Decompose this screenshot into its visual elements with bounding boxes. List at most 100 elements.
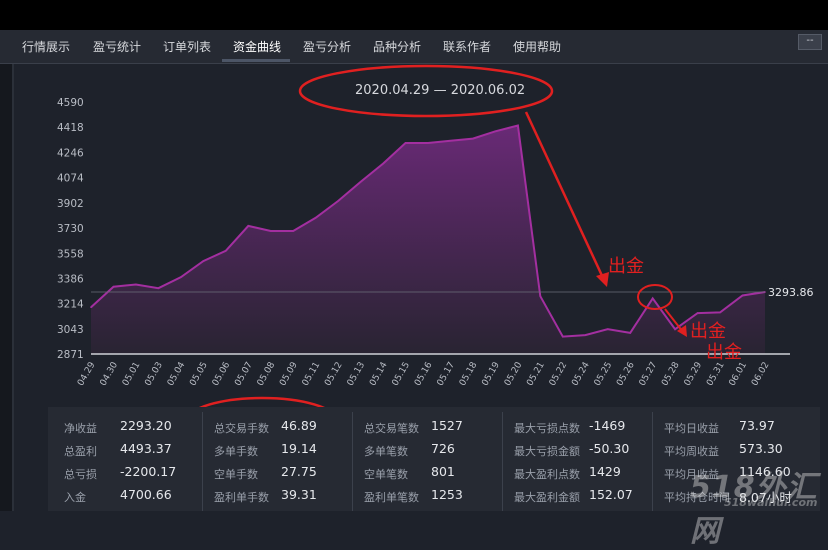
x-tick-label: 05.31 [705,361,727,388]
tab-contact-author[interactable]: 联系作者 [443,38,491,55]
x-tick-label: 05.29 [683,360,705,388]
stats-divider [502,412,503,511]
data-point [292,230,295,232]
tab-orders[interactable]: 订单列表 [163,38,211,55]
stat-value: 2293.20 [120,418,172,433]
x-tick-label: 05.06 [211,360,233,388]
stat-label: 多单笔数 [364,445,408,458]
x-tick-label: 06.01 [728,361,750,388]
stat-label: 最大盈利金额 [514,491,580,504]
x-tick-label: 04.29 [76,360,98,388]
x-tick-label: 05.05 [188,361,210,388]
stat-label: 总盈利 [64,445,97,458]
data-point [606,328,609,331]
data-point [202,260,205,262]
minimize-button[interactable]: -- [798,34,822,50]
x-tick-label: 05.27 [638,361,660,388]
stat-label: 总交易笔数 [364,422,419,435]
active-tab-indicator [222,59,290,62]
stat-value: 4700.66 [120,487,172,502]
x-tick-label: 04.30 [99,360,121,388]
stat-label: 平均周收益 [664,445,719,458]
y-tick-label: 3558 [57,248,84,260]
stat-label: 总交易手数 [214,422,269,435]
data-point [427,142,429,144]
tab-equity-curve[interactable]: 资金曲线 [233,38,281,55]
x-tick-label: 05.20 [503,360,525,388]
x-tick-label: 05.18 [458,360,480,388]
y-tick-label: 3043 [57,324,84,336]
stat-value: 1429 [589,464,621,479]
withdraw-label-1: 出金 [608,256,644,277]
stat-value: 573.30 [739,441,783,456]
y-tick-label: 3730 [57,223,84,235]
stat-value: 46.89 [281,418,317,433]
data-point [741,294,744,297]
stat-label: 空单笔数 [364,468,408,481]
stat-value: 39.31 [281,487,317,502]
x-tick-label: 05.13 [346,361,368,388]
stat-value: -1469 [589,418,626,433]
stat-label: 平均日收益 [664,422,719,435]
stat-label: 总亏损 [64,468,97,481]
x-tick-label: 05.17 [436,361,458,388]
data-point [449,140,452,142]
x-tick-label: 05.25 [593,361,615,388]
data-point [472,137,474,140]
data-point [404,142,407,144]
tab-symbol-analysis[interactable]: 品种分析 [373,38,421,55]
stat-value: 726 [431,441,455,456]
tab-pnl-analysis[interactable]: 盈亏分析 [303,38,351,55]
tab-pnl-stats[interactable]: 盈亏统计 [93,38,141,55]
x-tick-label: 05.28 [660,360,682,388]
stat-label: 最大盈利点数 [514,468,580,481]
y-tick-label: 2871 [57,349,84,361]
data-point [225,250,227,252]
y-tick-label: 3386 [57,274,84,286]
data-point [494,130,497,133]
stat-value: 19.14 [281,441,317,456]
equity-area [91,125,765,354]
data-point [382,162,384,165]
x-tick-label: 05.21 [525,361,547,388]
data-point [719,311,721,314]
x-tick-label: 05.26 [615,360,637,388]
x-tick-label: 05.11 [301,361,323,388]
data-point [269,230,272,232]
y-tick-label: 3902 [57,198,84,210]
x-tick-label: 05.14 [368,360,390,388]
x-tick-label: 05.08 [256,360,278,388]
data-point [314,217,317,219]
stat-value: -2200.17 [120,464,177,479]
data-point [584,334,587,336]
stats-divider [652,412,653,511]
y-tick-label: 4418 [57,122,84,134]
title-bar [0,0,828,30]
x-tick-label: 05.16 [413,360,435,388]
data-point [517,124,519,127]
stat-label: 盈利单笔数 [364,491,419,504]
watermark-url: 518waihui.com [724,496,818,509]
tab-market[interactable]: 行情展示 [22,38,70,55]
tab-help[interactable]: 使用帮助 [513,38,561,55]
stat-label: 最大亏损点数 [514,422,580,435]
stat-value: 1253 [431,487,463,502]
stat-value: 801 [431,464,455,479]
data-point [112,285,115,288]
stat-label: 入金 [64,491,86,504]
data-point [90,306,92,308]
data-point [247,225,250,227]
data-point [651,297,654,300]
data-point [562,335,564,338]
x-tick-label: 05.07 [233,361,255,388]
x-tick-label: 06.02 [750,361,772,388]
tab-bar: 行情展示 盈亏统计 订单列表 资金曲线 盈亏分析 品种分析 联系作者 使用帮助 [0,30,828,64]
x-tick-label: 05.09 [278,360,300,388]
data-point [180,276,182,278]
y-tick-label: 3214 [57,299,84,311]
data-point [539,295,542,297]
x-tick-label: 05.04 [166,360,188,388]
y-tick-label: 4246 [57,147,84,159]
stat-label: 净收益 [64,422,97,435]
stat-value: 27.75 [281,464,317,479]
